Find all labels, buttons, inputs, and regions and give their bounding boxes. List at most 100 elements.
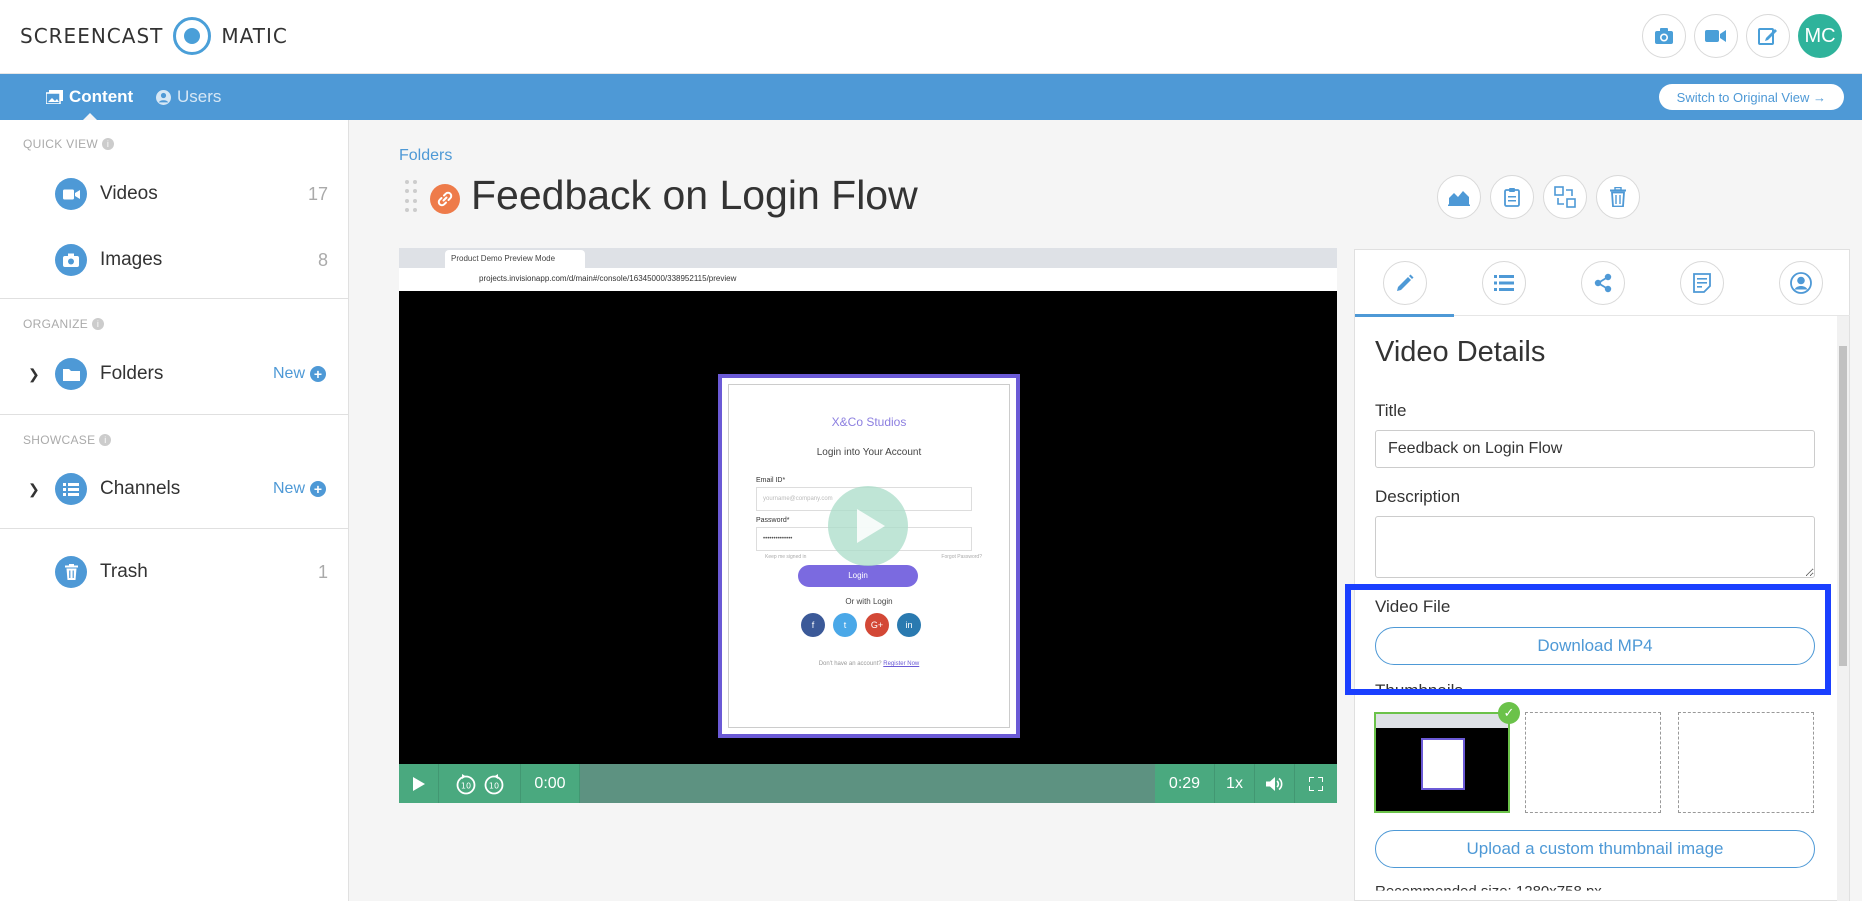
folder-icon — [55, 358, 87, 390]
sidebar-item-trash[interactable]: Trash 1 — [0, 547, 348, 597]
logo-mark-icon — [173, 17, 212, 55]
editor-button[interactable] — [1746, 14, 1790, 58]
keep-signed-in: Keep me signed in — [765, 554, 807, 560]
video-camera-icon — [55, 178, 87, 210]
chevron-right-icon[interactable]: ❯ — [28, 366, 40, 383]
nav-bar: Content Users Switch to Original View → — [0, 74, 1862, 120]
play-icon — [412, 776, 425, 791]
tab-share[interactable] — [1553, 250, 1652, 316]
images-icon — [46, 90, 63, 104]
sidebar: QUICK VIEW i Videos 17 Images 8 ORGANIZE… — [0, 120, 349, 901]
panel-scrollbar[interactable] — [1837, 316, 1849, 901]
pencil-icon — [1382, 261, 1427, 305]
share-icon — [1580, 261, 1625, 305]
quick-view-heading: QUICK VIEW i — [23, 137, 115, 151]
video-player[interactable]: Product Demo Preview Mode projects.invis… — [399, 248, 1337, 803]
browser-url: projects.invisionapp.com/d/main#/console… — [399, 268, 1337, 291]
progress-scrubber[interactable] — [580, 764, 1155, 803]
upload-thumbnail-button[interactable]: Upload a custom thumbnail image — [1375, 830, 1815, 868]
duration: 0:29 — [1155, 764, 1215, 803]
fullscreen-button[interactable] — [1295, 764, 1337, 803]
email-label: Email ID* — [756, 477, 786, 484]
browser-tab: Product Demo Preview Mode — [445, 250, 585, 268]
clipboard-icon — [1504, 188, 1520, 207]
user-avatar[interactable]: MC — [1798, 14, 1842, 58]
delete-button[interactable] — [1596, 175, 1640, 219]
forward-10-icon[interactable]: 10 — [483, 773, 505, 795]
clipboard-button[interactable] — [1490, 175, 1534, 219]
volume-button[interactable] — [1255, 764, 1295, 803]
tab-content[interactable]: Content — [46, 74, 133, 120]
user-icon — [1778, 261, 1823, 305]
highlight-box — [1345, 584, 1831, 695]
logo-text-right: MATIC — [221, 24, 288, 48]
tab-owner[interactable] — [1751, 250, 1850, 316]
replace-icon — [1554, 186, 1576, 208]
info-icon[interactable]: i — [99, 434, 112, 446]
volume-icon — [1266, 776, 1283, 791]
info-icon[interactable]: i — [102, 138, 115, 150]
sidebar-item-folders[interactable]: ❯ Folders New + — [0, 349, 348, 399]
tab-notes[interactable] — [1652, 250, 1751, 316]
new-channel-button[interactable]: New + — [273, 480, 326, 498]
login-button: Login — [798, 565, 918, 587]
images-count: 8 — [317, 249, 328, 270]
switch-to-original-view-button[interactable]: Switch to Original View → — [1658, 84, 1844, 110]
thumbnail-selected[interactable]: ✓ — [1374, 702, 1520, 813]
sidebar-item-channels[interactable]: ❯ Channels New + — [0, 464, 348, 514]
thumbnail-browser-bar — [1376, 714, 1508, 728]
sidebar-item-images[interactable]: Images 8 — [0, 235, 348, 285]
player-controls: 10 10 0:00 0:29 1x — [399, 764, 1337, 803]
list-icon — [55, 473, 87, 505]
twitter-icon: t — [833, 613, 857, 637]
scrollbar-thumb[interactable] — [1839, 346, 1847, 666]
plus-icon: + — [310, 366, 326, 382]
top-actions: MC — [1642, 14, 1842, 58]
sidebar-item-label: Folders — [100, 363, 164, 384]
tab-list[interactable] — [1454, 250, 1553, 316]
organize-heading: ORGANIZE i — [23, 317, 105, 331]
trash-count: 1 — [317, 561, 328, 582]
title-field[interactable] — [1375, 430, 1815, 468]
sidebar-item-videos[interactable]: Videos 17 — [0, 169, 348, 219]
description-label: Description — [1375, 487, 1461, 506]
login-footer: Don't have an account? Register Now — [729, 661, 1009, 667]
description-field[interactable] — [1375, 516, 1815, 578]
facebook-icon: f — [801, 613, 825, 637]
new-label: New — [272, 480, 305, 497]
sidebar-item-label: Videos — [100, 183, 158, 204]
chevron-right-icon[interactable]: ❯ — [28, 481, 40, 498]
divider — [0, 298, 348, 299]
trash-icon — [1610, 187, 1626, 207]
rewind-10-icon[interactable]: 10 — [455, 773, 477, 795]
thumbnail-empty-slot[interactable] — [1525, 712, 1661, 813]
record-button[interactable] — [1694, 14, 1738, 58]
play-button[interactable] — [399, 764, 439, 803]
list-icon — [1481, 261, 1526, 305]
panel-tabs — [1355, 250, 1850, 317]
google-plus-icon: G+ — [865, 613, 889, 637]
organize-label: ORGANIZE — [23, 317, 89, 331]
edit-image-icon — [1758, 28, 1777, 45]
screenshot-button[interactable] — [1642, 14, 1686, 58]
title-actions — [1437, 175, 1640, 219]
tab-details[interactable] — [1355, 250, 1454, 317]
replace-button[interactable] — [1543, 175, 1587, 219]
title-label: Title — [1375, 401, 1407, 420]
analytics-button[interactable] — [1437, 175, 1481, 219]
forgot-password: Forgot Password? — [941, 554, 982, 560]
play-overlay-button[interactable] — [828, 486, 908, 566]
tab-users[interactable]: Users — [156, 74, 221, 120]
speed-button[interactable]: 1x — [1215, 764, 1255, 803]
videos-count: 17 — [307, 183, 328, 204]
tab-content-label: Content — [69, 87, 134, 106]
drag-handle-icon[interactable] — [405, 180, 417, 214]
breadcrumb[interactable]: Folders — [399, 147, 452, 165]
sidebar-item-label: Trash — [100, 561, 148, 582]
new-folder-button[interactable]: New + — [273, 365, 326, 383]
info-icon[interactable]: i — [92, 318, 105, 330]
linkedin-icon: in — [897, 613, 921, 637]
thumbnail-preview — [1421, 738, 1465, 790]
thumbnail-empty-slot[interactable] — [1678, 712, 1814, 813]
screencast-o-matic-logo[interactable]: SCREENCAST MATIC — [20, 17, 288, 55]
